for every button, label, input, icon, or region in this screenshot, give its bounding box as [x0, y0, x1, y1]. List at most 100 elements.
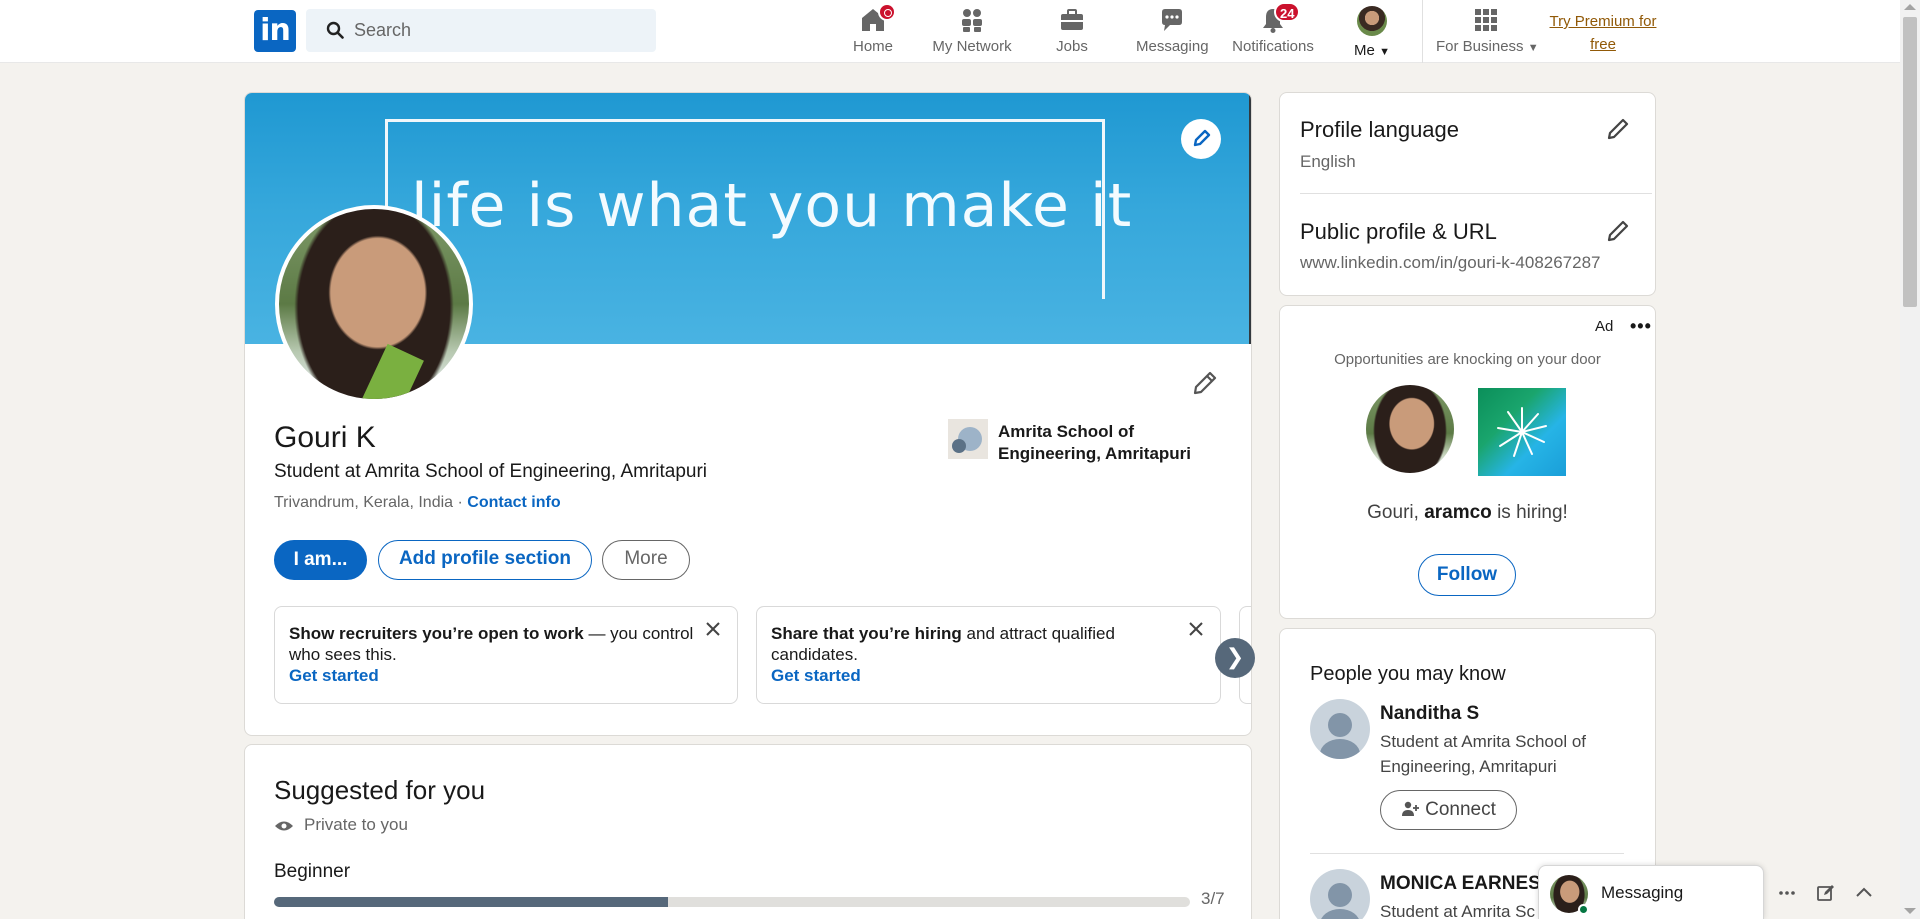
ad-hiring-text: Gouri, aramco is hiring! [1367, 502, 1568, 523]
edit-banner-button[interactable] [1181, 119, 1221, 159]
person-avatar[interactable] [1310, 699, 1370, 759]
nav-my-network-label: My Network [932, 38, 1012, 55]
nav-messaging[interactable]: Messaging [1136, 6, 1209, 58]
pencil-icon [1193, 371, 1217, 395]
nav-messaging-label: Messaging [1136, 38, 1209, 55]
nav-notifications[interactable]: 24 Notifications [1228, 2, 1318, 58]
contact-info-link[interactable]: Contact info [467, 494, 560, 511]
pencil-icon [1607, 118, 1629, 140]
grid-icon [1475, 9, 1497, 31]
nav-for-business[interactable]: For Business ▼ [1436, 6, 1539, 58]
try-premium-link[interactable]: Try Premium for free [1544, 10, 1662, 56]
person-headline: Student at Amrita Sc [1380, 902, 1535, 919]
get-started-link[interactable]: Get started [771, 665, 1206, 686]
pencil-icon [1607, 220, 1629, 242]
edit-url-button[interactable] [1604, 215, 1634, 245]
messaging-dock[interactable]: Messaging [1538, 865, 1872, 919]
get-started-link[interactable]: Get started [289, 665, 723, 686]
edit-intro-button[interactable] [1185, 363, 1225, 403]
promo-bold: Share that you’re hiring [771, 624, 962, 643]
banner-text: life is what you make it [411, 171, 1133, 241]
more-options-icon[interactable]: ••• [1630, 316, 1652, 337]
profile-language-value: English [1300, 152, 1356, 171]
nav-jobs-label: Jobs [1056, 38, 1088, 55]
suggested-card: Suggested for you Private to you Beginne… [244, 744, 1252, 919]
profile-photo[interactable] [275, 205, 473, 403]
notifications-badge: 24 [1274, 2, 1301, 22]
online-status-dot [1578, 904, 1589, 915]
avatar [1357, 6, 1387, 36]
divider [1300, 193, 1652, 194]
suggested-title: Suggested for you [274, 775, 486, 805]
connect-button[interactable]: Connect [1380, 790, 1517, 830]
person-avatar[interactable] [1310, 869, 1370, 919]
public-profile-url: www.linkedin.com/in/gouri-k-408267287 [1300, 253, 1601, 272]
profile-name: Gouri K [274, 421, 376, 454]
nav-for-business-label: For Business ▼ [1436, 38, 1539, 55]
eye-icon [275, 821, 293, 831]
aramco-star-icon [1497, 407, 1547, 457]
ad-label: Ad [1595, 318, 1614, 335]
edit-language-button[interactable] [1604, 113, 1634, 143]
compose-icon[interactable] [1815, 882, 1837, 904]
jobs-icon [1061, 9, 1083, 30]
follow-button[interactable]: Follow [1418, 554, 1516, 596]
nav-my-network[interactable]: My Network [928, 6, 1016, 58]
profile-strength-count: 3/7 [1201, 889, 1225, 908]
divider [1310, 853, 1624, 854]
banner-edge [1249, 93, 1251, 344]
open-to-button[interactable]: I am... [274, 540, 367, 580]
profile-headline: Student at Amrita School of Engineering,… [274, 461, 708, 482]
ad-card: Ad ••• Opportunities are knocking on you… [1279, 305, 1656, 619]
avatar [1366, 385, 1454, 473]
chevron-up-icon[interactable] [1853, 882, 1875, 904]
profile-settings-card: Profile language English Public profile … [1279, 92, 1656, 296]
pencil-icon [1193, 129, 1211, 147]
private-label: Private to you [274, 815, 408, 835]
nav-me-label: Me ▼ [1354, 42, 1390, 59]
search-box[interactable] [306, 9, 656, 52]
open-to-work-promo[interactable]: Show recruiters you’re open to work — yo… [274, 606, 738, 704]
profile-language-title: Profile language [1300, 117, 1460, 142]
ad-tagline: Opportunities are knocking on your door [1334, 351, 1601, 368]
promo-bold: Show recruiters you’re open to work [289, 624, 584, 643]
person-headline: Student at Amrita School of Engineering,… [1380, 732, 1587, 776]
more-options-icon[interactable] [1776, 882, 1798, 904]
hiring-promo[interactable]: Share that you’re hiring and attract qua… [756, 606, 1221, 704]
messaging-dock-label: Messaging [1601, 883, 1684, 902]
profile-location: Trivandrum, Kerala, India · Contact info [274, 494, 561, 511]
public-profile-title: Public profile & URL [1300, 219, 1497, 244]
messaging-icon [1162, 9, 1182, 31]
search-icon [326, 21, 344, 39]
nav-me[interactable]: Me ▼ [1348, 6, 1396, 59]
carousel-next-button[interactable]: ❯ [1215, 638, 1255, 678]
close-icon[interactable] [705, 621, 721, 637]
nav-notifications-label: Notifications [1232, 38, 1314, 55]
profile-strength-level: Beginner [274, 861, 351, 882]
scroll-down-arrow[interactable] [1904, 908, 1916, 914]
nav-divider [1422, 0, 1423, 63]
chevron-down-icon: ▼ [1379, 46, 1390, 58]
top-nav: in Home My Network Jobs Messaging 24 Not… [0, 0, 1900, 63]
chevron-down-icon: ▼ [1527, 42, 1539, 54]
person-name[interactable]: MONICA EARNES [1380, 873, 1541, 895]
scroll-up-arrow[interactable] [1904, 4, 1916, 10]
search-input[interactable] [354, 9, 644, 52]
person-name[interactable]: Nanditha S [1380, 703, 1479, 725]
school-logo [948, 419, 988, 459]
close-icon[interactable] [1188, 621, 1204, 637]
more-button[interactable]: More [602, 540, 690, 580]
nav-home[interactable]: Home [846, 3, 900, 58]
pymk-title: People you may know [1310, 663, 1506, 685]
home-notification-dot [878, 3, 896, 21]
my-network-icon [962, 9, 982, 32]
add-profile-section-button[interactable]: Add profile section [378, 540, 592, 580]
education-label: Amrita School of Engineering, Amritapuri [998, 422, 1192, 463]
add-person-icon [1402, 801, 1420, 816]
aramco-logo[interactable] [1478, 388, 1566, 476]
nav-jobs[interactable]: Jobs [1055, 6, 1089, 58]
nav-home-label: Home [852, 38, 893, 55]
profile-strength-bar [274, 897, 1190, 907]
linkedin-logo[interactable]: in [254, 10, 296, 52]
scrollbar-thumb[interactable] [1903, 17, 1917, 307]
